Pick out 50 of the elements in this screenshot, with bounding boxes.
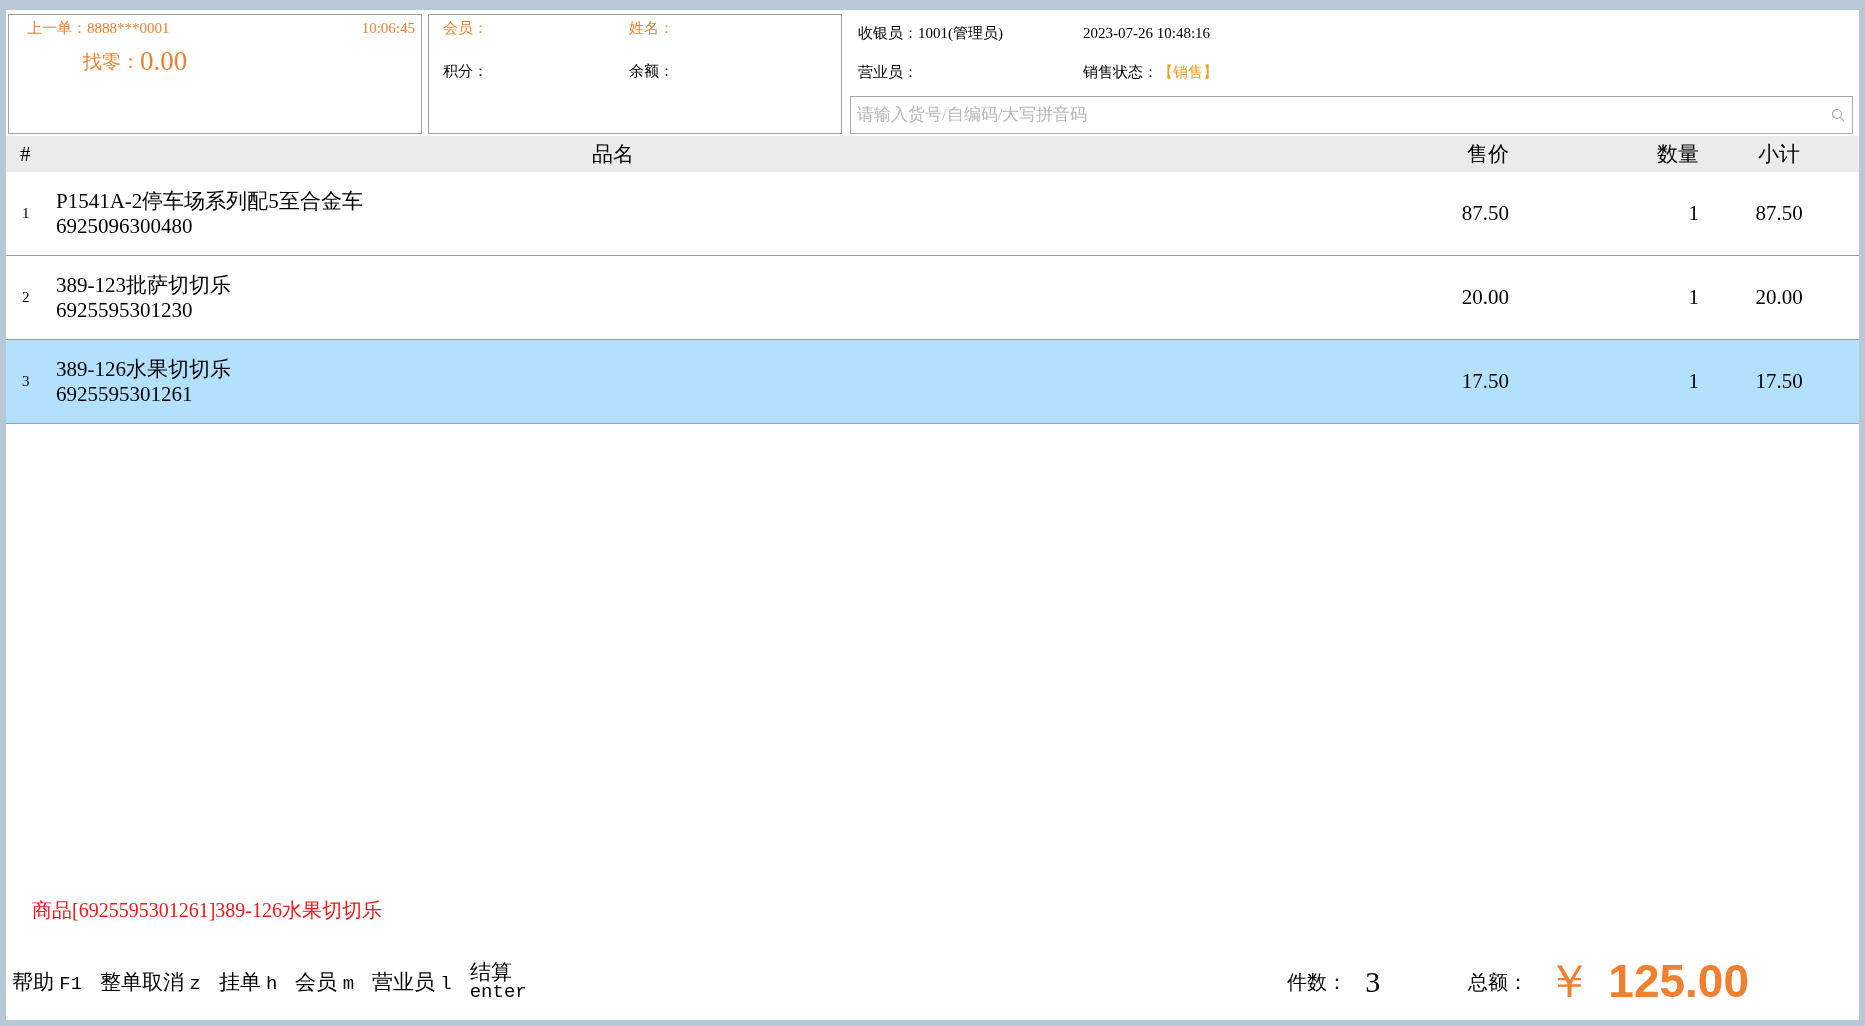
change-value: 0.00 xyxy=(140,46,188,77)
points-label: 积分： xyxy=(443,62,489,81)
quantity-cell-text: 1 xyxy=(1687,369,1700,394)
status-message: 商品[6925595301261]389-126水果切切乐 xyxy=(31,898,383,923)
column-header: 售价 xyxy=(1466,141,1510,168)
change-label: 找零： xyxy=(83,49,140,74)
item-count-label: 件数： xyxy=(1287,969,1348,995)
column-header: 小计 xyxy=(1757,141,1801,168)
sale-status-value: 【销售】 xyxy=(1158,64,1218,80)
member-label: 会员： xyxy=(443,19,489,38)
row-number: 3 xyxy=(21,373,31,390)
product-name: P1541A-2停车场系列配5至合金车 xyxy=(56,189,364,214)
quantity-cell-text: 1 xyxy=(1687,201,1700,226)
product-name: 389-123批萨切切乐 xyxy=(56,273,232,298)
subtotal-cell-text: 87.50 xyxy=(1754,201,1804,226)
last-order-label: 上一单：8888***0001 xyxy=(27,19,170,38)
search-icon xyxy=(1831,108,1845,122)
shortcut-button[interactable]: 帮助 F1 xyxy=(12,968,83,996)
product-barcode: 6925096300480 xyxy=(56,213,194,238)
checkout-button[interactable]: 结算 enter xyxy=(469,962,527,1002)
sale-status-label: 销售状态： xyxy=(1083,64,1158,80)
total-amount: ￥ 125.00 xyxy=(1546,954,1749,1009)
shortcut-button[interactable]: 营业员 l xyxy=(372,968,452,996)
last-order-time: 10:06:45 xyxy=(361,20,415,37)
shortcut-button[interactable]: 整单取消 z xyxy=(100,968,201,996)
column-header: 品名 xyxy=(590,141,635,168)
shortcut-button[interactable]: 挂单 h xyxy=(218,968,278,996)
subtotal-cell-text: 20.00 xyxy=(1754,285,1804,310)
shortcut-button[interactable]: 会员 m xyxy=(295,968,355,996)
price-cell-text: 20.00 xyxy=(1460,285,1510,310)
product-name: 389-126水果切切乐 xyxy=(56,357,232,382)
quantity-cell-text: 1 xyxy=(1687,285,1700,310)
price-cell-text: 17.50 xyxy=(1460,369,1510,394)
column-header: # xyxy=(19,141,32,167)
product-barcode: 6925595301261 xyxy=(56,381,194,406)
subtotal-cell-text: 17.50 xyxy=(1754,369,1804,394)
row-number: 2 xyxy=(21,289,31,306)
total-label: 总额： xyxy=(1468,969,1529,995)
price-cell-text: 87.50 xyxy=(1460,201,1510,226)
cashier-text: 收银员：1001(管理员) xyxy=(858,24,1004,43)
row-number: 1 xyxy=(21,205,31,222)
table-row[interactable]: 3 389-126水果切切乐 6925595301261 17.50 1 17.50 xyxy=(6,340,1859,424)
item-count: 3 xyxy=(1365,965,1381,999)
name-label: 姓名： xyxy=(629,19,674,38)
datetime-text: 2023-07-26 10:48:16 xyxy=(1083,25,1212,42)
search-field[interactable]: 请输入货号/自编码/大写拼音码 xyxy=(850,96,1853,134)
column-header: 数量 xyxy=(1656,141,1700,168)
product-barcode: 6925595301230 xyxy=(56,297,194,322)
salesperson-label: 营业员： xyxy=(858,63,919,82)
balance-label: 余额： xyxy=(629,62,674,81)
